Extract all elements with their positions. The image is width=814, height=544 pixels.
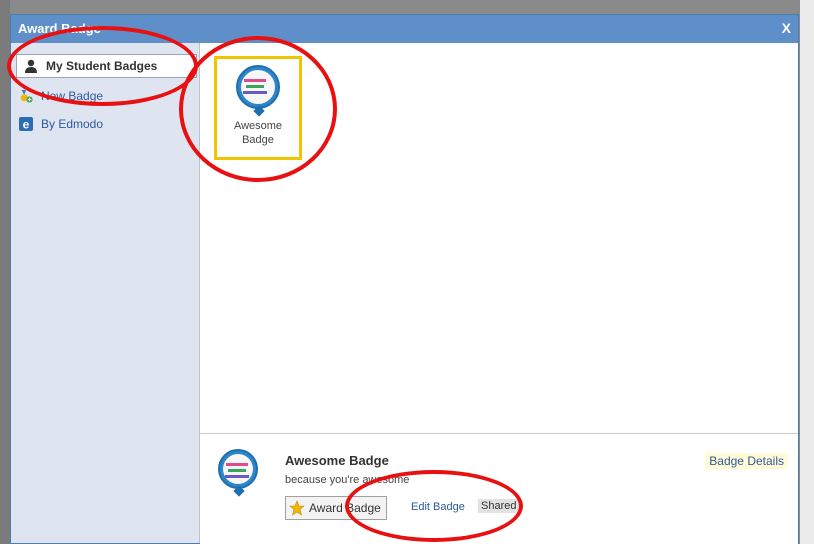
- background-right: [800, 0, 814, 544]
- background-left: [0, 0, 10, 544]
- annotation-circle-badge: [179, 36, 337, 182]
- sidebar-item-by-edmodo[interactable]: e By Edmodo: [19, 117, 103, 131]
- badge-detail-name: Awesome Badge: [285, 453, 389, 468]
- close-button[interactable]: X: [782, 20, 791, 36]
- badge-detail-image: [218, 449, 258, 497]
- sidebar-item-label: By Edmodo: [41, 117, 104, 131]
- annotation-circle-edit: [345, 470, 523, 542]
- star-badge-icon: [289, 500, 305, 516]
- sidebar: My Student Badges New Badge e By Edmodo: [11, 43, 200, 543]
- edmodo-logo-icon: e: [19, 117, 33, 131]
- badge-details-link[interactable]: Badge Details: [705, 453, 788, 469]
- annotation-circle-sidebar: [7, 26, 198, 106]
- svg-text:e: e: [23, 118, 30, 132]
